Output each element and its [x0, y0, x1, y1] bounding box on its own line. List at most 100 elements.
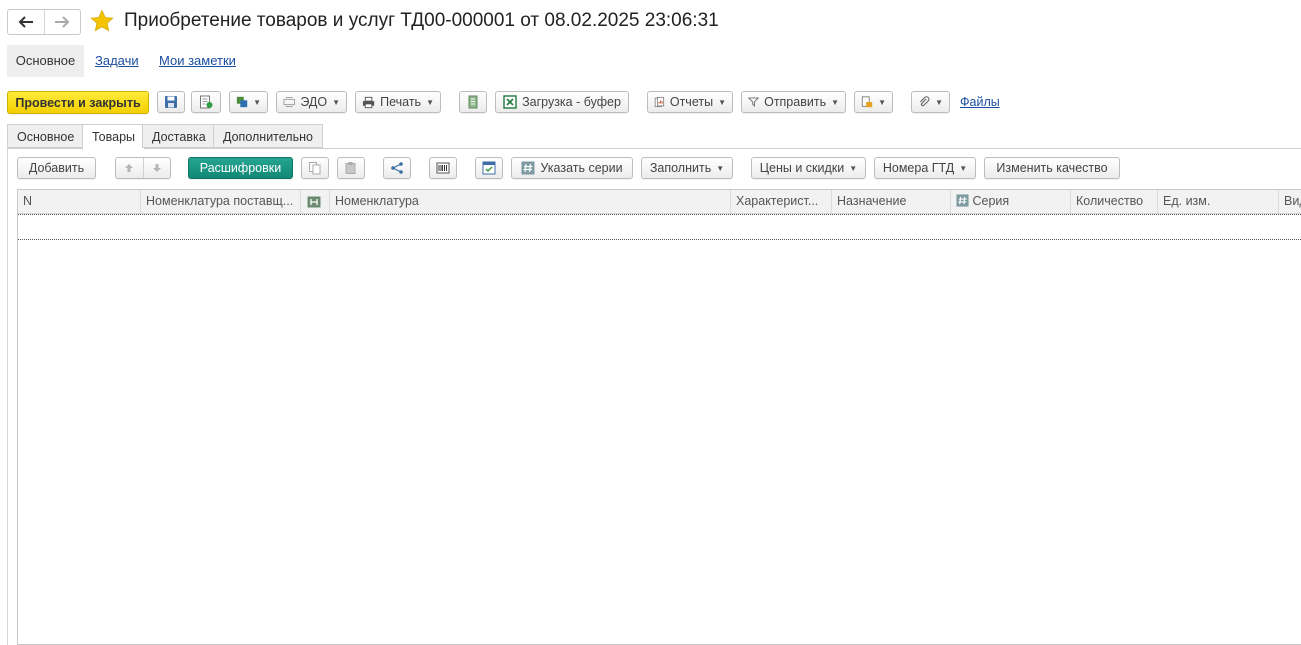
journal-button[interactable]	[459, 91, 487, 113]
chevron-down-icon: ▼	[332, 97, 340, 107]
paste-icon	[345, 162, 356, 174]
save-button[interactable]	[157, 91, 185, 113]
col-header-purpose[interactable]: Назначение	[832, 190, 951, 213]
move-buttons	[115, 157, 171, 179]
fill-label: Заполнить	[649, 161, 712, 175]
series-hash-icon	[521, 161, 535, 175]
edo-icon	[283, 97, 295, 107]
decode-button[interactable]: Расшифровки	[188, 157, 293, 179]
copy-icon	[309, 162, 321, 175]
arrow-left-icon	[18, 16, 33, 28]
document-lock-icon	[861, 96, 873, 108]
reports-icon	[654, 96, 665, 108]
arrow-right-icon	[55, 16, 70, 28]
col-header-series[interactable]: Серия	[951, 190, 1071, 213]
set-series-label: Указать серии	[540, 161, 623, 175]
col-header-series-label: Серия	[972, 194, 1010, 208]
doc-tab-delivery[interactable]: Доставка	[142, 124, 216, 148]
change-quality-label: Изменить качество	[996, 161, 1108, 175]
post-and-close-button[interactable]: Провести и закрыть	[7, 91, 149, 114]
reports-label: Отчеты	[669, 95, 714, 109]
post-button[interactable]	[191, 91, 221, 113]
paste-button[interactable]	[337, 157, 365, 179]
decode-label: Расшифровки	[199, 161, 282, 175]
arrow-up-icon	[125, 164, 134, 172]
doc-tab-main[interactable]: Основное	[7, 124, 85, 148]
barcode-button[interactable]	[429, 157, 457, 179]
col-header-quantity[interactable]: Количество	[1071, 190, 1158, 213]
col-header-item[interactable]: Номенклатура	[330, 190, 731, 213]
col-header-characteristic[interactable]: Характерист...	[731, 190, 832, 213]
more-actions-button[interactable]: ▼	[854, 91, 893, 113]
barcode-icon	[436, 162, 450, 174]
table-row-empty[interactable]	[18, 214, 1301, 240]
tab-notes[interactable]: Мои заметки	[159, 45, 236, 77]
print-label: Печать	[380, 95, 422, 109]
prices-discounts-button[interactable]: Цены и скидки ▼	[751, 157, 866, 179]
copy-button[interactable]	[301, 157, 329, 179]
send-icon	[748, 97, 760, 107]
send-button[interactable]: Отправить ▼	[741, 91, 846, 113]
gtd-numbers-button[interactable]: Номера ГТД ▼	[874, 157, 976, 179]
change-quality-button[interactable]: Изменить качество	[984, 157, 1120, 179]
tab-main[interactable]: Основное	[7, 45, 84, 77]
files-link[interactable]: Файлы	[960, 95, 1000, 109]
post-and-close-label: Провести и закрыть	[15, 95, 141, 110]
move-up-button[interactable]	[116, 158, 144, 178]
chevron-down-icon: ▼	[253, 97, 261, 107]
col-header-match[interactable]	[301, 190, 330, 213]
save-icon	[165, 96, 177, 108]
col-header-n[interactable]: N	[18, 190, 141, 213]
doc-tab-additional[interactable]: Дополнительно	[213, 124, 323, 148]
printer-icon	[362, 96, 375, 108]
add-row-button[interactable]: Добавить	[17, 157, 96, 179]
tab-tasks[interactable]: Задачи	[95, 45, 139, 77]
chevron-down-icon: ▼	[959, 163, 968, 173]
chevron-down-icon: ▼	[878, 97, 886, 107]
chevron-down-icon: ▼	[426, 97, 434, 107]
create-based-on-button[interactable]: ▼	[229, 91, 268, 113]
goods-table[interactable]: N Номенклатура поставщ... Номенклатура Х…	[17, 189, 1301, 645]
doc-tab-goods[interactable]: Товары	[82, 124, 145, 150]
edo-button[interactable]: ЭДО ▼	[276, 91, 347, 113]
journal-icon	[468, 95, 478, 109]
checklist-icon	[482, 161, 496, 175]
back-button[interactable]	[8, 10, 44, 34]
add-label: Добавить	[28, 161, 85, 175]
check-button[interactable]	[475, 157, 503, 179]
forward-button[interactable]	[43, 10, 81, 34]
page-title: Приобретение товаров и услуг ТД00-000001…	[124, 10, 719, 31]
col-header-supplier-item[interactable]: Номенклатура поставщ...	[141, 190, 301, 213]
split-icon	[391, 162, 403, 174]
col-header-kind[interactable]: Вид	[1279, 190, 1301, 213]
move-down-button[interactable]	[144, 158, 171, 178]
load-buffer-label: Загрузка - буфер	[522, 95, 621, 109]
paperclip-icon	[920, 96, 930, 107]
print-button[interactable]: Печать ▼	[355, 91, 441, 113]
chevron-down-icon: ▼	[935, 97, 943, 107]
split-row-button[interactable]	[383, 157, 411, 179]
prices-label: Цены и скидки	[759, 161, 845, 175]
post-document-icon	[200, 95, 213, 109]
gtd-label: Номера ГТД	[882, 161, 955, 175]
reports-button[interactable]: Отчеты ▼	[647, 91, 733, 113]
match-columns-icon	[307, 196, 321, 208]
navigation-buttons	[7, 9, 81, 35]
arrow-down-icon	[152, 164, 161, 172]
chevron-down-icon: ▼	[849, 163, 858, 173]
create-based-icon	[236, 96, 248, 108]
table-header: N Номенклатура поставщ... Номенклатура Х…	[18, 190, 1301, 214]
send-label: Отправить	[764, 95, 827, 109]
edo-label: ЭДО	[300, 95, 328, 109]
attachments-button[interactable]: ▼	[911, 91, 950, 113]
panel-border	[7, 148, 8, 645]
load-buffer-button[interactable]: Загрузка - буфер	[495, 91, 629, 113]
chevron-down-icon: ▼	[831, 97, 839, 107]
fill-button[interactable]: Заполнить ▼	[641, 157, 733, 179]
favorite-star-icon[interactable]	[90, 9, 114, 33]
excel-icon	[503, 95, 517, 109]
chevron-down-icon: ▼	[716, 163, 725, 173]
chevron-down-icon: ▼	[718, 97, 726, 107]
set-series-button[interactable]: Указать серии	[511, 157, 633, 179]
col-header-unit[interactable]: Ед. изм.	[1158, 190, 1279, 213]
